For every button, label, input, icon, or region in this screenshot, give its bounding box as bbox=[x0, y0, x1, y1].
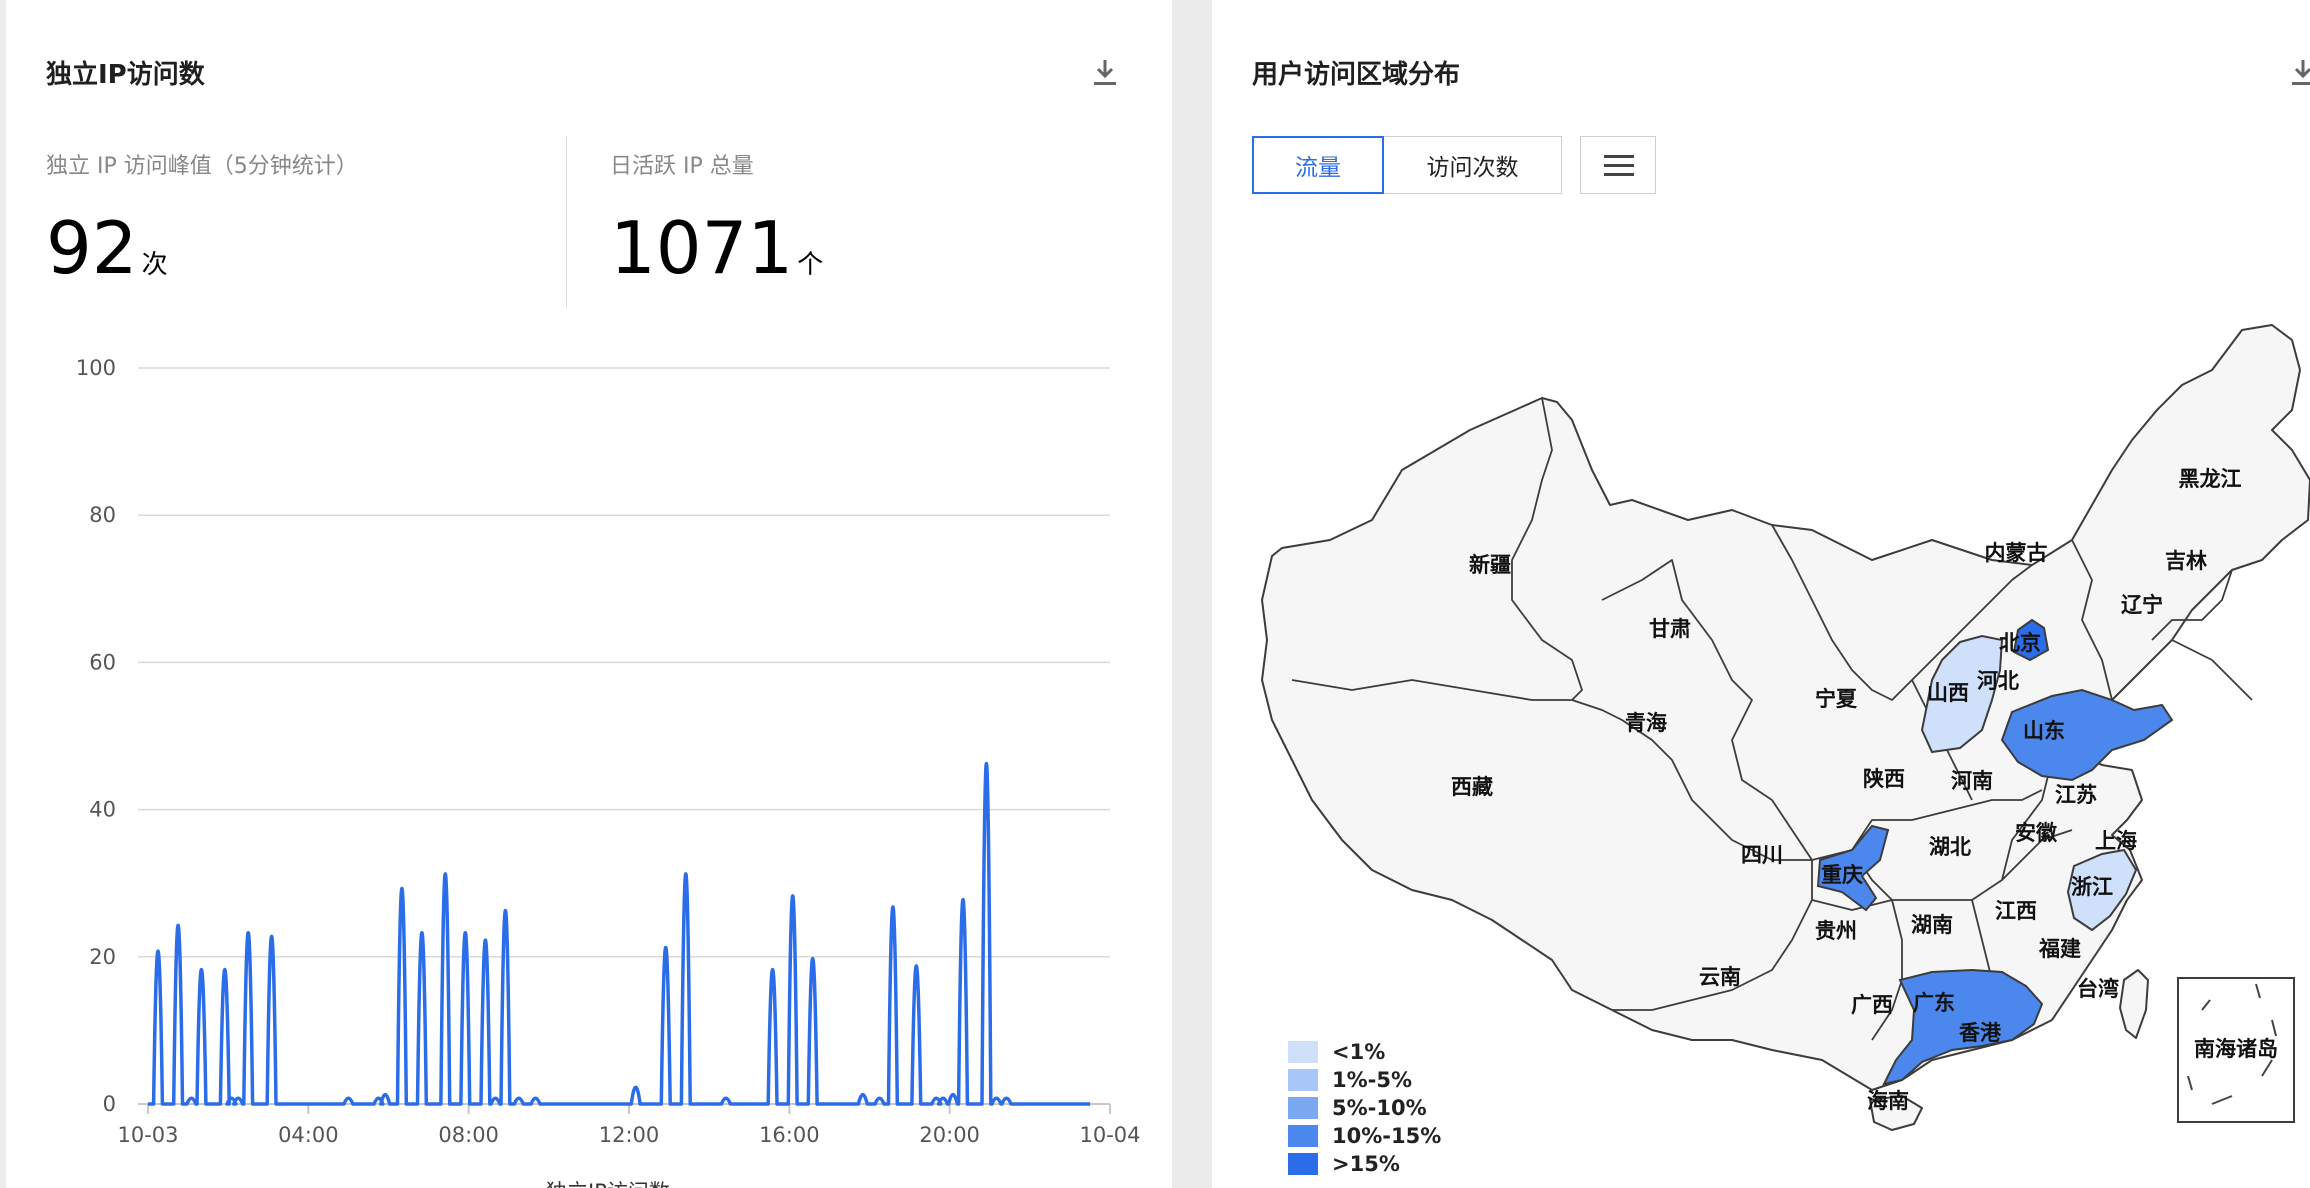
region-label[interactable]: 台湾 bbox=[2077, 977, 2119, 1001]
legend-swatch bbox=[1288, 1153, 1318, 1175]
region-label[interactable]: 青海 bbox=[1625, 711, 1667, 735]
region-label[interactable]: 陕西 bbox=[1863, 767, 1905, 791]
x-tick-label: 04:00 bbox=[278, 1123, 339, 1147]
peak-ip-unit: 次 bbox=[141, 250, 168, 280]
legend-swatch bbox=[1288, 1069, 1318, 1091]
region-label[interactable]: 海南 bbox=[1867, 1089, 1909, 1113]
daily-ip-unit: 个 bbox=[797, 250, 824, 280]
x-tick-label: 08:00 bbox=[438, 1123, 499, 1147]
y-tick-label: 100 bbox=[76, 356, 116, 380]
region-label[interactable]: 安徽 bbox=[2015, 821, 2058, 845]
x-tick-label: 20:00 bbox=[919, 1123, 980, 1147]
legend-swatch bbox=[1288, 1097, 1318, 1119]
region-label[interactable]: 云南 bbox=[1699, 965, 1741, 989]
region-label[interactable]: 北京 bbox=[1999, 631, 2041, 655]
region-distribution-card: 用户访问区域分布 流量 访问次数 新疆 西藏 青海 甘肃 内蒙古 黑龙江 吉林 … bbox=[1212, 0, 2310, 1188]
region-label[interactable]: 福建 bbox=[2038, 937, 2081, 961]
region-label[interactable]: 新疆 bbox=[1469, 553, 1511, 577]
legend-item[interactable]: 10%-15% bbox=[1288, 1122, 1441, 1150]
region-label[interactable]: 河北 bbox=[1977, 669, 2019, 693]
legend-text: <1% bbox=[1332, 1040, 1386, 1064]
y-tick-label: 0 bbox=[103, 1092, 116, 1116]
daily-ip-label: 日活跃 IP 总量 bbox=[610, 154, 754, 179]
region-label[interactable]: 广西 bbox=[1851, 993, 1893, 1017]
map-taiwan bbox=[2119, 969, 2149, 1039]
legend-text: 5%-10% bbox=[1332, 1096, 1427, 1120]
chart-legend-label: 独立IP访问数 bbox=[546, 1176, 670, 1188]
x-tick-label: 10-04 bbox=[1079, 1123, 1140, 1147]
y-tick-label: 40 bbox=[89, 798, 116, 822]
legend-item[interactable]: <1% bbox=[1288, 1038, 1441, 1066]
region-label[interactable]: 江西 bbox=[1995, 899, 2037, 923]
map-legend: <1% 1%-5% 5%-10% 10%-15% >15% bbox=[1288, 1038, 1441, 1178]
daily-ip-value: 1071 个 bbox=[610, 212, 823, 284]
region-label[interactable]: 江苏 bbox=[2055, 783, 2097, 807]
region-label[interactable]: 浙江 bbox=[2071, 875, 2113, 899]
region-label[interactable]: 内蒙古 bbox=[1985, 541, 2048, 565]
x-tick-label: 10-03 bbox=[117, 1123, 178, 1147]
region-label[interactable]: 西藏 bbox=[1451, 775, 1493, 799]
region-label[interactable]: 湖南 bbox=[1911, 913, 1953, 937]
region-label[interactable]: 甘肃 bbox=[1649, 617, 1691, 641]
region-label[interactable]: 吉林 bbox=[2165, 549, 2207, 573]
daily-ip-number: 1071 bbox=[610, 206, 794, 290]
region-label[interactable]: 辽宁 bbox=[2121, 593, 2163, 617]
china-map[interactable]: 新疆西藏 青海 甘肃 内蒙古 黑龙江吉林辽宁北京河北山西山东 宁夏陕西 河南江苏安徽 上海浙江… bbox=[1212, 0, 2310, 1188]
region-label[interactable]: 湖北 bbox=[1929, 835, 1971, 859]
x-tick-label: 12:00 bbox=[599, 1123, 660, 1147]
peak-ip-value: 92 次 bbox=[46, 212, 168, 284]
peak-ip-label: 独立 IP 访问峰值（5分钟统计） bbox=[46, 154, 358, 179]
region-label[interactable]: 山东 bbox=[2023, 719, 2065, 743]
legend-item[interactable]: 5%-10% bbox=[1288, 1094, 1441, 1122]
legend-swatch bbox=[1288, 1125, 1318, 1147]
x-tick-label: 16:00 bbox=[759, 1123, 820, 1147]
legend-swatch bbox=[1288, 1041, 1318, 1063]
legend-text: >15% bbox=[1332, 1152, 1400, 1176]
ip-visits-chart[interactable]: 0 20 40 60 80 100 10-03 04:00 08:00 12:00 16:00 20:… bbox=[6, 340, 1172, 1180]
y-tick-label: 60 bbox=[89, 650, 116, 674]
download-icon[interactable] bbox=[1092, 58, 1118, 88]
region-label[interactable]: 河南 bbox=[1951, 769, 1993, 793]
region-label[interactable]: 贵州 bbox=[1815, 919, 1857, 943]
peak-ip-number: 92 bbox=[46, 206, 138, 290]
region-label[interactable]: 山西 bbox=[1927, 681, 1969, 705]
y-tick-label: 80 bbox=[89, 503, 116, 527]
metric-divider bbox=[566, 136, 567, 308]
card-title: 独立IP访问数 bbox=[46, 60, 205, 90]
y-tick-label: 20 bbox=[89, 945, 116, 969]
region-label[interactable]: 四川 bbox=[1741, 843, 1783, 867]
legend-item[interactable]: 1%-5% bbox=[1288, 1066, 1441, 1094]
legend-text: 1%-5% bbox=[1332, 1068, 1413, 1092]
region-label[interactable]: 香港 bbox=[1959, 1021, 2002, 1045]
region-label[interactable]: 上海 bbox=[2095, 829, 2137, 853]
region-label[interactable]: 南海诸岛 bbox=[2194, 1037, 2278, 1061]
region-label[interactable]: 黑龙江 bbox=[2179, 467, 2242, 491]
region-label[interactable]: 广东 bbox=[1913, 991, 1955, 1015]
ip-visits-card: 独立IP访问数 独立 IP 访问峰值（5分钟统计） 92 次 日活跃 IP 总量 … bbox=[6, 0, 1172, 1188]
region-label[interactable]: 宁夏 bbox=[1815, 687, 1858, 711]
legend-text: 10%-15% bbox=[1332, 1124, 1442, 1148]
legend-item[interactable]: >15% bbox=[1288, 1150, 1441, 1178]
series-line[interactable] bbox=[148, 762, 1090, 1106]
region-label[interactable]: 重庆 bbox=[1821, 863, 1863, 887]
